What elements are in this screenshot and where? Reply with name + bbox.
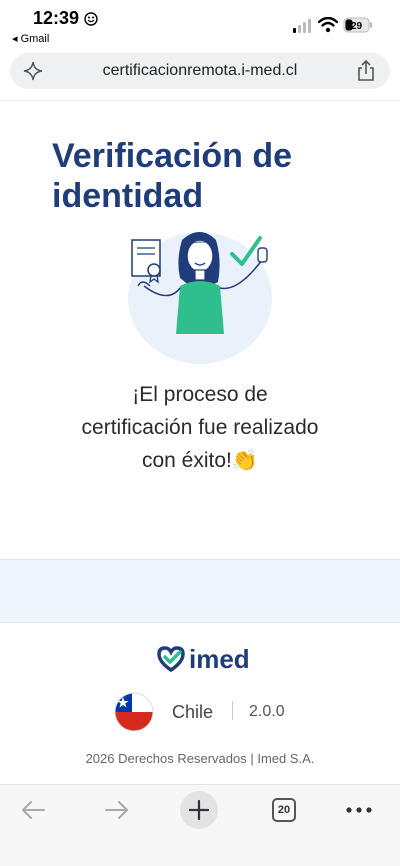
status-time: 12:39 bbox=[33, 8, 80, 28]
divider bbox=[0, 100, 400, 101]
back-arrow-icon[interactable] bbox=[20, 799, 46, 821]
battery-icon: 29 bbox=[343, 17, 372, 33]
url-bar[interactable]: certificacionremota.i-med.cl bbox=[10, 53, 390, 89]
page-title: Verificación de identidad bbox=[52, 136, 292, 216]
app-version: 2.0.0 bbox=[249, 703, 285, 720]
message-line-1: ¡El proceso de bbox=[132, 383, 268, 406]
message-line-3: con éxito!👏 bbox=[141, 449, 259, 472]
wifi-icon bbox=[318, 17, 338, 33]
page: 12:39 ◂ Gmail 29 certificacionremota.i-m… bbox=[0, 0, 400, 866]
signal-icon bbox=[293, 19, 311, 33]
status-bar: 12:39 ◂ Gmail 29 bbox=[0, 0, 400, 50]
message-line-2: certificación fue realizado bbox=[81, 416, 319, 439]
new-tab-button[interactable] bbox=[180, 791, 218, 829]
back-to-gmail-link[interactable]: ◂ Gmail bbox=[12, 32, 49, 45]
brand-name: imed bbox=[189, 644, 250, 674]
tab-switcher-button[interactable]: 20 bbox=[272, 798, 296, 822]
copyright-text: 2026 Derechos Reservados | Imed S.A. bbox=[85, 751, 315, 766]
country-name: Chile bbox=[172, 702, 214, 722]
title-line-2: identidad bbox=[52, 177, 204, 215]
more-options-icon[interactable] bbox=[346, 807, 372, 813]
url-text[interactable]: certificacionremota.i-med.cl bbox=[10, 62, 390, 80]
forward-arrow-icon[interactable] bbox=[104, 799, 130, 821]
chile-flag-icon bbox=[114, 692, 154, 732]
plus-icon bbox=[188, 799, 210, 821]
browser-toolbar: 20 bbox=[0, 784, 400, 866]
success-illustration bbox=[128, 232, 272, 364]
share-icon[interactable] bbox=[356, 60, 376, 82]
certificate-icon bbox=[131, 239, 161, 284]
divider-band bbox=[0, 559, 400, 623]
smiley-icon bbox=[84, 12, 98, 26]
imed-logo: imed bbox=[157, 644, 250, 674]
success-message: ¡El proceso de certificación fue realiza… bbox=[40, 378, 360, 477]
separator bbox=[232, 701, 233, 720]
battery-level: 29 bbox=[351, 21, 363, 32]
title-line-1: Verificación de bbox=[52, 137, 292, 175]
